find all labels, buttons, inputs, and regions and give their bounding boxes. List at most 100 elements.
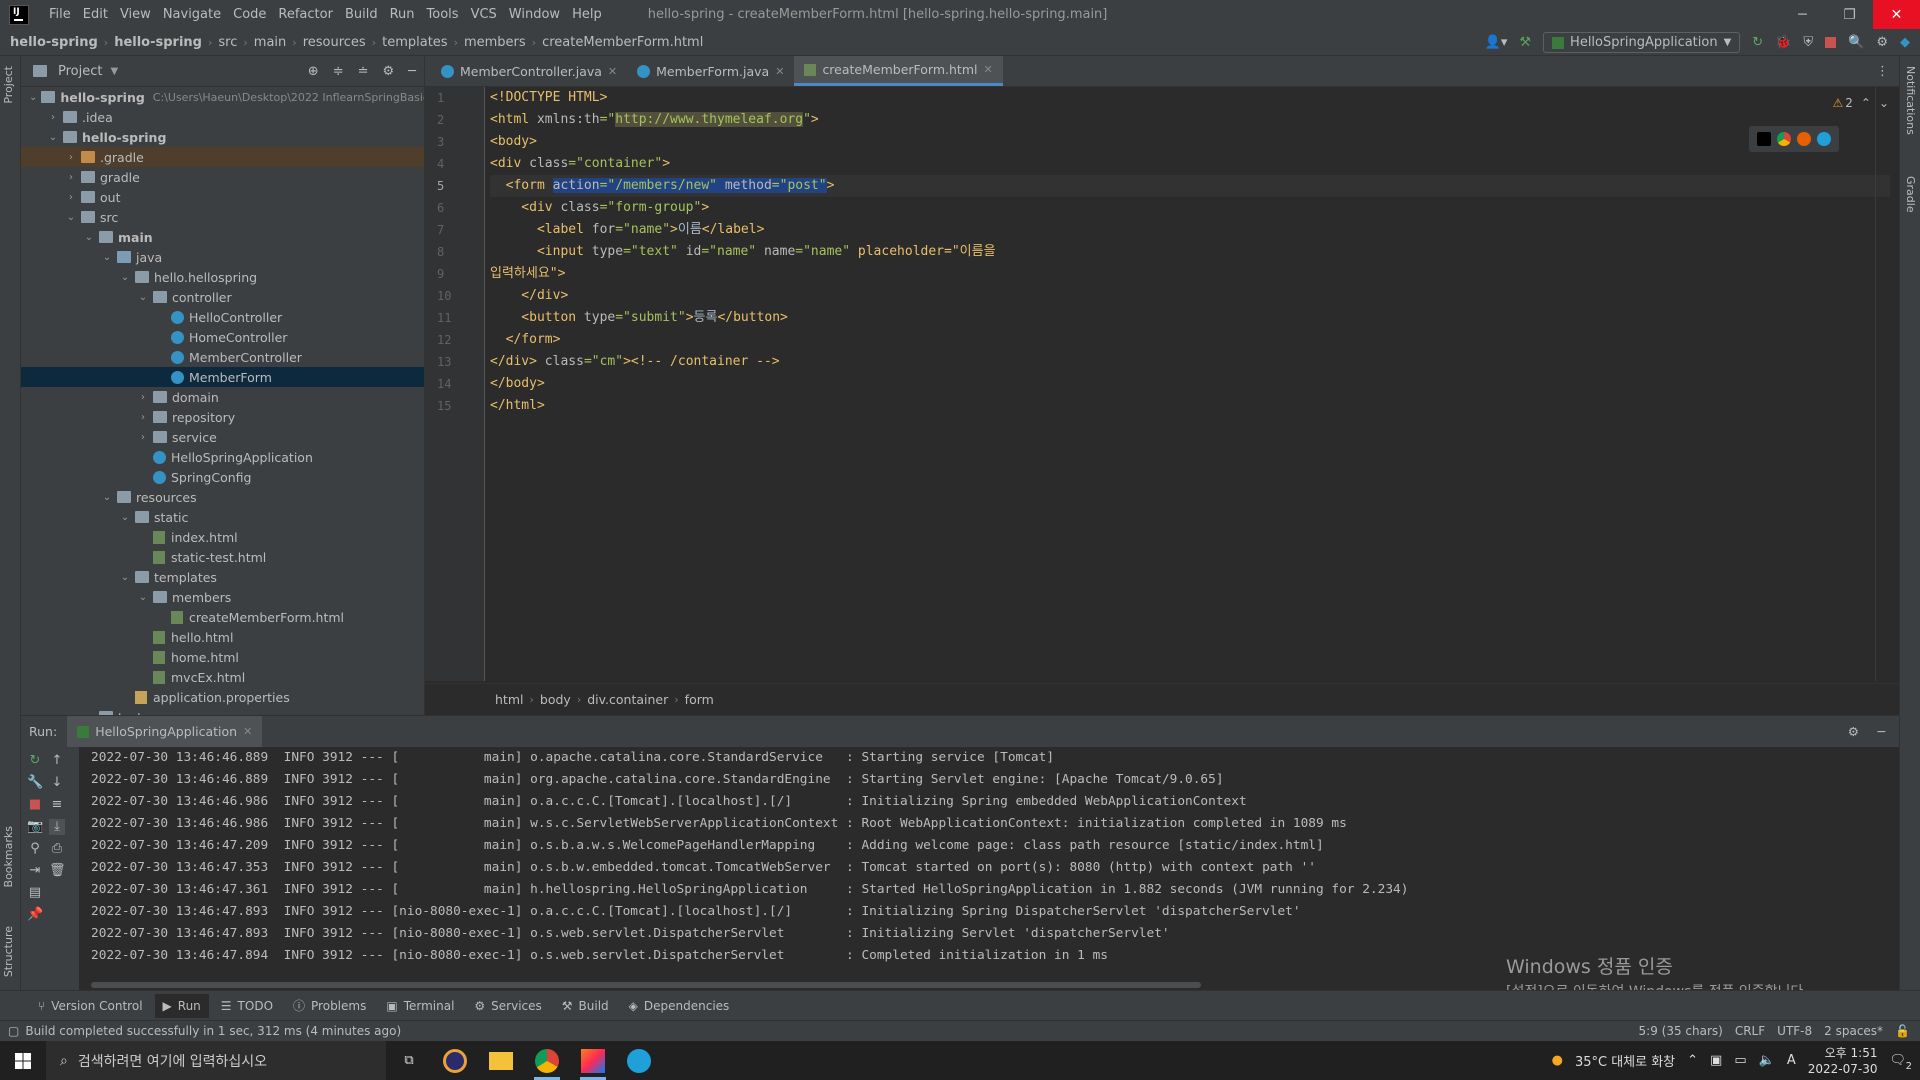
code-line[interactable]: <div class="form-group"> bbox=[490, 197, 1890, 219]
tool-tab-services[interactable]: ⚙ Services bbox=[466, 994, 549, 1018]
tree-node[interactable]: ⌄ main bbox=[21, 227, 424, 247]
tree-node[interactable]: ›test bbox=[21, 707, 424, 715]
chevron-down-icon[interactable]: ⌄ bbox=[137, 592, 149, 603]
tool-tab-dependencies[interactable]: ◈ Dependencies bbox=[621, 994, 738, 1018]
chevron-down-icon[interactable]: ⌄ bbox=[83, 232, 95, 243]
status-message[interactable]: Build completed successfully in 1 sec, 3… bbox=[25, 1024, 401, 1038]
debug-icon[interactable]: 🐞 bbox=[1775, 35, 1791, 50]
chevron-up-icon[interactable]: ⌃ bbox=[1687, 1053, 1698, 1068]
editor-tab[interactable]: MemberController.java ✕ bbox=[431, 56, 627, 86]
wrench-icon[interactable]: 🔧 bbox=[27, 775, 43, 791]
close-tab-icon[interactable]: ✕ bbox=[243, 725, 252, 738]
intellij-browser-icon[interactable] bbox=[1757, 132, 1771, 146]
breadcrumb-item[interactable]: main bbox=[254, 35, 286, 50]
build-hammer-icon[interactable]: ⚒ bbox=[1519, 35, 1531, 50]
pin-icon[interactable]: 📌 bbox=[27, 907, 43, 923]
print-icon[interactable]: ⎙ bbox=[49, 841, 65, 857]
editor-tab[interactable]: MemberForm.java ✕ bbox=[627, 56, 794, 86]
editor-breadcrumb-item[interactable]: form bbox=[685, 692, 714, 707]
tree-node[interactable]: ⌄ static bbox=[21, 507, 424, 527]
tool-tab-terminal[interactable]: ▣ Terminal bbox=[378, 994, 462, 1018]
menu-item-build[interactable]: Build bbox=[339, 0, 384, 29]
console-output[interactable]: 2022-07-30 13:46:46.889 INFO 3912 --- [ … bbox=[91, 747, 1891, 979]
arrow-up-icon[interactable]: ↑ bbox=[49, 753, 65, 769]
tool-tab-build[interactable]: ⚒ Build bbox=[554, 994, 617, 1018]
arrow-down-icon[interactable]: ↓ bbox=[49, 775, 65, 791]
code-line[interactable]: </div> bbox=[490, 285, 1890, 307]
volume-icon[interactable]: 🔈 bbox=[1759, 1053, 1775, 1068]
menu-item-vcs[interactable]: VCS bbox=[465, 0, 503, 29]
chevron-right-icon[interactable]: › bbox=[65, 192, 77, 203]
chevron-down-icon[interactable]: ⌄ bbox=[119, 272, 131, 283]
menu-item-run[interactable]: Run bbox=[384, 0, 421, 29]
tree-node[interactable]: application.properties bbox=[21, 687, 424, 707]
tool-tab-problems[interactable]: ⓘ Problems bbox=[285, 994, 374, 1018]
menu-item-edit[interactable]: Edit bbox=[77, 0, 114, 29]
settings-gear-icon[interactable]: ⚙ bbox=[1876, 35, 1888, 50]
chevron-up-icon[interactable]: ⌃ bbox=[1861, 96, 1871, 110]
tree-node[interactable]: HomeController bbox=[21, 327, 424, 347]
tree-node[interactable]: ⌄ hello-spring bbox=[21, 127, 424, 147]
code-line[interactable]: <div class="container"> bbox=[490, 153, 1890, 175]
menu-item-code[interactable]: Code bbox=[227, 0, 272, 29]
gear-icon[interactable]: ⚙ bbox=[1848, 724, 1859, 739]
menu-item-view[interactable]: View bbox=[114, 0, 157, 29]
weather-text[interactable]: 35°C 대체로 화창 bbox=[1575, 1051, 1675, 1070]
tree-node[interactable]: SpringConfig bbox=[21, 467, 424, 487]
menu-item-help[interactable]: Help bbox=[566, 0, 608, 29]
tree-node[interactable]: mvcEx.html bbox=[21, 667, 424, 687]
tree-node[interactable]: › repository bbox=[21, 407, 424, 427]
breadcrumb-item[interactable]: templates bbox=[382, 35, 447, 50]
chevron-right-icon[interactable]: › bbox=[137, 392, 149, 403]
chrome-icon[interactable] bbox=[1777, 132, 1791, 146]
project-panel-title[interactable]: Project bbox=[58, 64, 102, 79]
tree-node[interactable]: HelloController bbox=[21, 307, 424, 327]
tree-node[interactable]: hello.html bbox=[21, 627, 424, 647]
coverage-icon[interactable]: ⛨ bbox=[1803, 35, 1813, 50]
rerun-icon[interactable]: ↻ bbox=[1752, 35, 1763, 50]
horizontal-scrollbar[interactable] bbox=[91, 982, 1201, 988]
search-icon[interactable]: 🔍 bbox=[1848, 35, 1864, 50]
windows-start-icon[interactable] bbox=[0, 1041, 46, 1080]
task-view-icon[interactable]: ⧉ bbox=[386, 1041, 432, 1080]
notification-icon[interactable]: 🗨 2 bbox=[1889, 1053, 1912, 1072]
network-icon[interactable]: ▣ bbox=[1710, 1053, 1722, 1068]
code-line[interactable]: <body> bbox=[490, 131, 1890, 153]
layout-icon[interactable]: ▤ bbox=[27, 885, 43, 901]
tree-node[interactable]: › service bbox=[21, 427, 424, 447]
breadcrumb-item[interactable]: hello-spring bbox=[10, 35, 98, 50]
structure-tool-tab[interactable]: Structure bbox=[2, 926, 15, 977]
user-icon[interactable]: 👤▾ bbox=[1485, 35, 1508, 50]
edge-icon[interactable] bbox=[1817, 132, 1831, 146]
ime-indicator[interactable]: A bbox=[1787, 1053, 1796, 1068]
close-icon[interactable]: ✕ bbox=[1873, 0, 1920, 29]
scroll-to-end-icon[interactable]: ⤓ bbox=[49, 819, 65, 835]
menu-item-tools[interactable]: Tools bbox=[421, 0, 465, 29]
breadcrumb-item[interactable]: src bbox=[218, 35, 237, 50]
hide-icon[interactable]: ─ bbox=[408, 64, 416, 79]
chrome-taskbar-icon[interactable] bbox=[524, 1041, 570, 1080]
code-line[interactable]: </div> class="cm"><!-- /container --> bbox=[490, 351, 1890, 373]
code-line[interactable]: <label for="name">이름</label> bbox=[490, 219, 1890, 241]
file-encoding[interactable]: UTF-8 bbox=[1777, 1024, 1812, 1038]
edge-taskbar-icon[interactable] bbox=[616, 1041, 662, 1080]
run-tab[interactable]: HelloSpringApplication ✕ bbox=[67, 716, 263, 747]
project-tool-tab[interactable]: Project bbox=[2, 66, 15, 104]
tree-node[interactable]: HelloSpringApplication bbox=[21, 447, 424, 467]
camera-icon[interactable]: 📷 bbox=[27, 819, 43, 835]
editor-tab[interactable]: createMemberForm.html ✕ bbox=[794, 56, 1003, 86]
tree-node[interactable]: › domain bbox=[21, 387, 424, 407]
tree-node[interactable]: ⌄ members bbox=[21, 587, 424, 607]
gear-icon[interactable]: ⚙ bbox=[383, 64, 395, 79]
stop-icon[interactable]: ■ bbox=[27, 797, 43, 813]
tool-tab-version-control[interactable]: ⑂ Version Control bbox=[30, 994, 151, 1018]
expand-all-icon[interactable]: ≑ bbox=[333, 64, 344, 79]
menu-item-refactor[interactable]: Refactor bbox=[272, 0, 339, 29]
tree-node[interactable]: index.html bbox=[21, 527, 424, 547]
code-line[interactable]: </html> bbox=[490, 395, 1890, 417]
inspection-widget[interactable]: ⚠ 2 ⌃ ⌄ bbox=[1832, 96, 1889, 110]
tool-tab-todo[interactable]: ☰ TODO bbox=[213, 994, 281, 1018]
firefox-icon[interactable] bbox=[1797, 132, 1811, 146]
tree-node[interactable]: ⌄ java bbox=[21, 247, 424, 267]
tree-node[interactable]: static-test.html bbox=[21, 547, 424, 567]
